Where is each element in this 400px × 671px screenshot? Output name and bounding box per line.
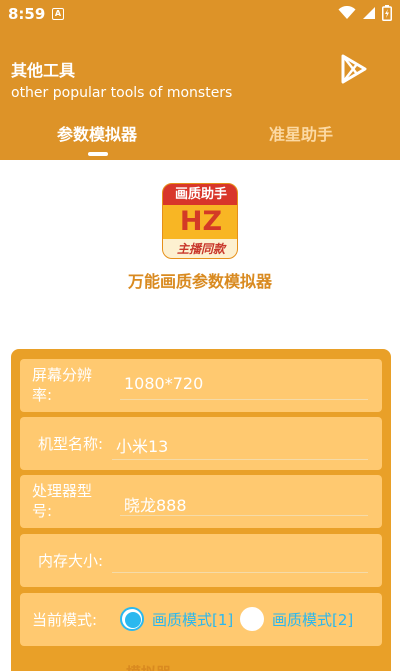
signal-icon <box>363 7 375 19</box>
resolution-input[interactable]: 1080*720 <box>124 374 203 393</box>
resolution-label: 屏幕分辨率: <box>32 366 93 404</box>
model-input[interactable]: 小米13 <box>116 433 168 457</box>
memory-underline <box>112 572 368 573</box>
battery-icon <box>382 5 392 21</box>
app-name: 万能画质参数模拟器 <box>127 272 272 291</box>
mode-row: 当前模式: 画质模式[1] 画质模式[2] <box>20 593 382 646</box>
simulate-button-label[interactable]: 模拟器 <box>126 662 171 671</box>
processor-row: 处理器型号: 晓龙888 <box>20 475 382 528</box>
parameter-form: 屏幕分辨率: 1080*720 机型名称: 小米13 处理器型号: 晓龙888 … <box>11 349 391 671</box>
memory-label: 内存大小: <box>38 552 104 570</box>
mode-label: 当前模式: <box>32 611 98 629</box>
processor-underline <box>120 515 368 516</box>
mode-1-radio[interactable] <box>120 607 144 631</box>
resolution-row: 屏幕分辨率: 1080*720 <box>20 359 382 412</box>
processor-label: 处理器型号: <box>32 482 93 520</box>
status-bar: 8:59 A <box>0 0 400 28</box>
tab-indicator <box>88 152 108 156</box>
tab-param-simulator[interactable]: 参数模拟器 <box>57 121 137 145</box>
memory-row: 内存大小: <box>20 534 382 587</box>
app-logo: 画质助手 HZ 主播同款 <box>162 183 238 259</box>
page-title: 其他工具 <box>11 61 76 80</box>
resolution-underline <box>120 399 368 400</box>
logo-top-text: 画质助手 <box>163 184 237 205</box>
status-icons <box>338 5 392 21</box>
page-subtitle: other popular tools of monsters <box>11 85 233 101</box>
mode-2-label[interactable]: 画质模式[2] <box>272 609 353 630</box>
play-store-icon[interactable] <box>340 54 368 84</box>
model-row: 机型名称: 小米13 <box>20 417 382 470</box>
app-header: 其他工具 other popular tools of monsters 参数模… <box>0 28 400 160</box>
model-underline <box>112 459 368 460</box>
mode-1-label[interactable]: 画质模式[1] <box>152 609 233 630</box>
processor-input[interactable]: 晓龙888 <box>124 492 187 516</box>
logo-mid-text: HZ <box>163 205 237 239</box>
model-label: 机型名称: <box>38 435 104 453</box>
wifi-icon <box>338 6 356 19</box>
tab-crosshair-helper[interactable]: 准星助手 <box>269 121 333 145</box>
status-time: 8:59 <box>8 5 46 23</box>
mode-2-radio[interactable] <box>240 607 264 631</box>
notification-icon: A <box>52 8 64 20</box>
logo-bottom-text: 主播同款 <box>163 239 237 258</box>
